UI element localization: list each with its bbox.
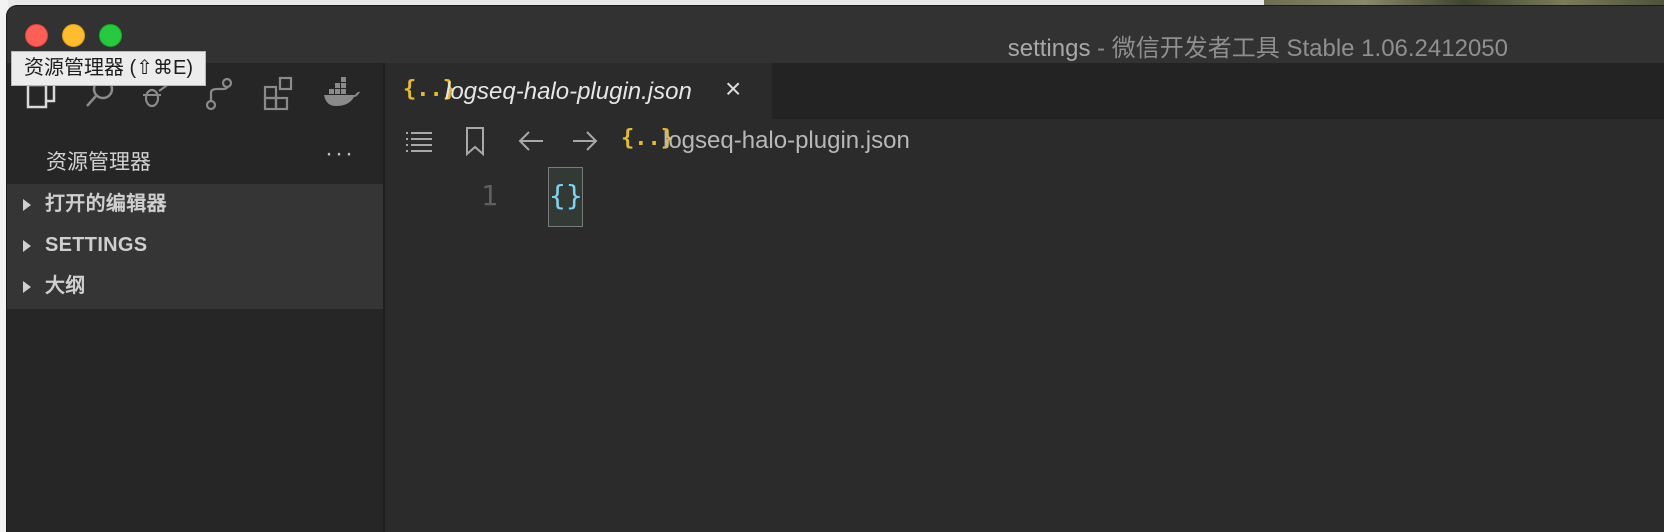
section-label: 大纲 [45, 275, 86, 297]
section-label: SETTINGS [45, 234, 148, 256]
maximize-window-button[interactable] [99, 24, 122, 47]
list-icon[interactable] [403, 125, 435, 157]
chevron-right-icon [23, 240, 31, 252]
explorer-sections: 打开的编辑器 SETTINGS 大纲 [7, 184, 383, 309]
title-bar: settings - 微信开发者工具 Stable 1.06.2412050 [7, 6, 1664, 63]
editor-tab-active[interactable]: {..} logseq-halo-plugin.json × [385, 63, 772, 119]
minimize-window-button[interactable] [62, 24, 85, 47]
close-window-button[interactable] [25, 24, 48, 47]
tooltip: 资源管理器 (⇧⌘E) [11, 51, 206, 86]
extensions-icon[interactable] [259, 73, 299, 113]
chevron-right-icon [23, 281, 31, 293]
explorer-sidebar: 资源管理器 ··· 打开的编辑器 SETTINGS 大纲 [7, 126, 383, 532]
code-editor[interactable]: 1 {} [385, 163, 1664, 532]
tab-label: logseq-halo-plugin.json [445, 78, 692, 105]
editor-tab-bar: {..} logseq-halo-plugin.json × [385, 63, 1664, 119]
app-window: settings - 微信开发者工具 Stable 1.06.2412050 资… [7, 6, 1664, 532]
breadcrumb-file[interactable]: logseq-halo-plugin.json [663, 127, 910, 155]
window-title: settings - 微信开发者工具 Stable 1.06.2412050 [1008, 28, 1508, 63]
section-settings[interactable]: SETTINGS [7, 225, 383, 266]
arrow-left-icon[interactable] [515, 125, 547, 157]
section-open-editors[interactable]: 打开的编辑器 [7, 184, 383, 225]
close-tab-button[interactable]: × [725, 75, 741, 103]
section-label: 打开的编辑器 [45, 193, 167, 215]
chevron-right-icon [23, 199, 31, 211]
window-title-suffix: - 微信开发者工具 Stable 1.06.2412050 [1090, 35, 1508, 62]
explorer-title: 资源管理器 [46, 151, 151, 174]
explorer-header: 资源管理器 ··· [7, 126, 383, 184]
bookmark-icon[interactable] [459, 125, 491, 157]
more-actions-button[interactable]: ··· [325, 140, 355, 168]
section-outline[interactable]: 大纲 [7, 266, 383, 307]
code-line[interactable]: {} [548, 167, 583, 227]
editor-toolbar: {..} logseq-halo-plugin.json [385, 119, 1664, 163]
window-title-main: settings [1007, 35, 1091, 62]
docker-icon[interactable] [321, 73, 361, 113]
line-number: 1 [481, 179, 498, 212]
arrow-right-icon[interactable] [569, 125, 601, 157]
